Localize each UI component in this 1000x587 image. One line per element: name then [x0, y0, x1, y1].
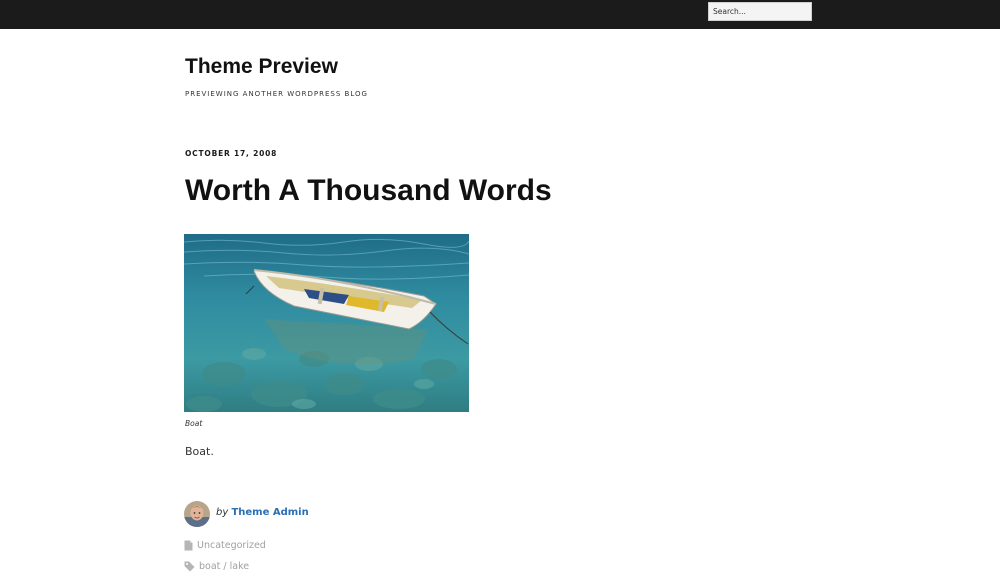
admin-top-bar — [0, 0, 1000, 29]
tag-link-boat[interactable]: boat — [199, 561, 220, 572]
post-title: Worth A Thousand Words — [185, 174, 552, 207]
tag-link-lake[interactable]: lake — [230, 561, 249, 572]
post-date[interactable]: OCTOBER 17, 2008 — [185, 149, 277, 158]
post-tags-row: boat / lake — [184, 561, 249, 572]
search-input[interactable] — [708, 2, 812, 21]
post-body-text: Boat. — [185, 445, 214, 458]
site-description: PREVIEWING ANOTHER WORDPRESS BLOG — [185, 90, 368, 98]
byline-prefix: by — [216, 507, 229, 518]
tag-icon — [184, 561, 195, 572]
post-byline: by Theme Admin — [216, 507, 309, 518]
tag-separator: / — [220, 561, 230, 572]
author-avatar[interactable] — [184, 501, 210, 527]
post-category-row: Uncategorized — [184, 540, 266, 551]
boat-photo[interactable] — [184, 234, 469, 412]
site-title[interactable]: Theme Preview — [185, 55, 338, 79]
document-icon — [184, 540, 193, 551]
category-link[interactable]: Uncategorized — [197, 540, 266, 551]
author-link[interactable]: Theme Admin — [231, 507, 308, 518]
image-caption: Boat — [185, 419, 203, 428]
